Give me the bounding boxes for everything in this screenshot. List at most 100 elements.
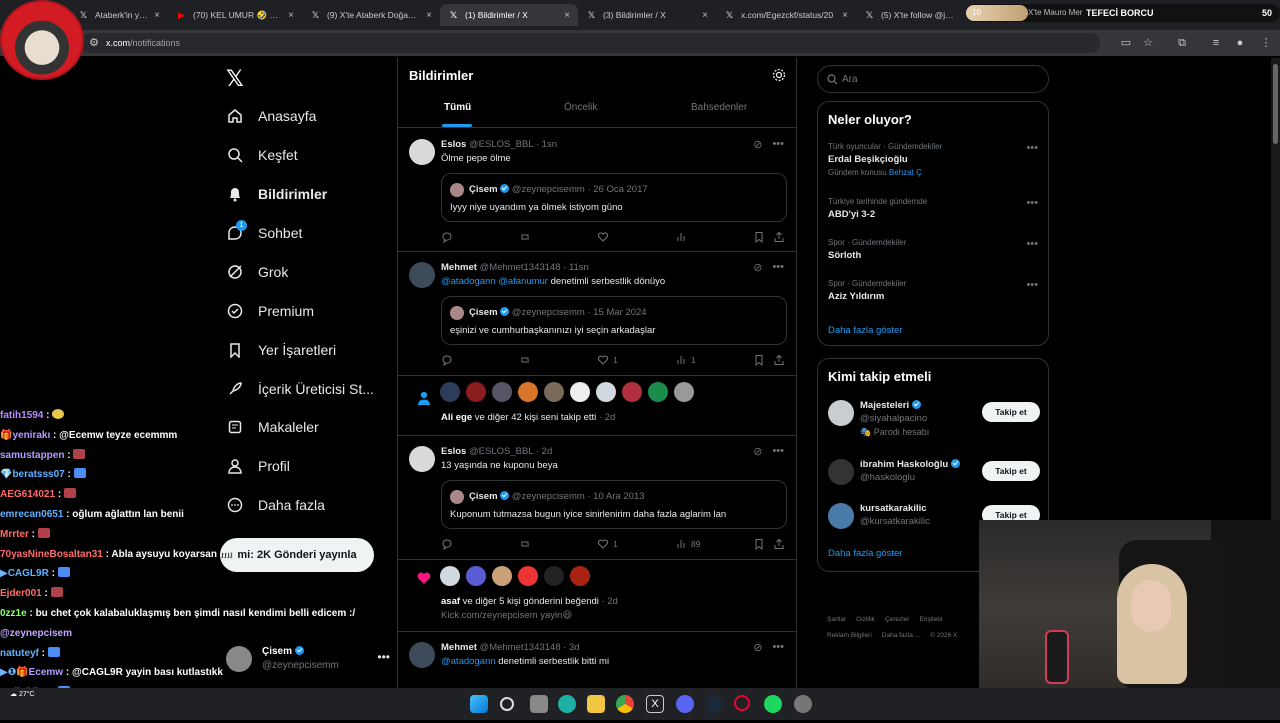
show-more-link[interactable]: Daha fazla göster — [828, 548, 902, 559]
more-horizontal-icon[interactable]: ••• — [772, 641, 784, 654]
url-input[interactable]: x.com/notifications — [80, 33, 1100, 53]
scrollbar-thumb[interactable] — [1273, 64, 1278, 144]
browser-tab[interactable]: 𝕏(5) X'te follow @joshuaxi — [856, 4, 966, 26]
share-icon[interactable] — [773, 538, 785, 550]
discord-icon[interactable] — [676, 695, 694, 713]
follow-button[interactable]: Takip et — [982, 461, 1040, 481]
nav-grok[interactable]: Grok — [226, 257, 288, 287]
chrome-icon[interactable] — [616, 695, 634, 713]
browser-tab[interactable]: 𝕏 (9) X'te Ataberk Doğan: " × — [302, 4, 440, 26]
x-app-icon[interactable]: X — [646, 695, 664, 713]
menu-kebab-icon[interactable]: ⋮ — [1258, 35, 1274, 51]
browser-tab-active[interactable]: 𝕏 (1) Bildirimler / X × — [440, 4, 578, 26]
views-icon[interactable] — [675, 231, 687, 243]
more-horizontal-icon[interactable]: ••• — [1026, 279, 1038, 291]
trend-link[interactable]: Behzat Ç — [889, 168, 922, 177]
more-horizontal-icon[interactable]: ••• — [772, 445, 784, 458]
follow-notification[interactable]: Ali ege ve diğer 42 kişi seni takip etti… — [398, 376, 796, 436]
avatar[interactable] — [409, 139, 435, 165]
site-info-icon[interactable]: ⚙ — [86, 35, 102, 51]
mention-link[interactable]: @atadogann @afanumur — [441, 276, 548, 287]
more-horizontal-icon[interactable]: ••• — [1026, 197, 1038, 209]
tab-mentions[interactable]: Bahsedenler — [691, 102, 747, 113]
steam-icon[interactable] — [705, 695, 723, 713]
cast-icon[interactable]: ▭ — [1118, 35, 1134, 51]
star-icon[interactable]: ☆ — [1140, 35, 1156, 51]
trend-item[interactable]: Türk oyuncular · Gündemdekiler Erdal Beş… — [828, 142, 1038, 177]
reply-icon[interactable] — [441, 231, 453, 243]
grok-icon[interactable]: ⊘ — [753, 445, 762, 458]
quoted-post[interactable]: Çisem @zeynepcisemm · 26 Oca 2017 Iyyy n… — [441, 173, 787, 222]
share-icon[interactable] — [773, 354, 785, 366]
more-horizontal-icon[interactable]: ••• — [772, 261, 784, 274]
close-tab-icon[interactable]: × — [288, 10, 294, 21]
trend-item[interactable]: Türkiye tarihinde gündemde ABD'yi 3-2 ••… — [828, 197, 1038, 220]
nav-premium[interactable]: Premium — [226, 296, 314, 326]
views-button[interactable]: 1 — [675, 354, 696, 366]
footer-link[interactable]: Erişilebi — [920, 616, 943, 623]
quoted-post[interactable]: Çisem @zeynepcisemm · 10 Ara 2013 Kuponu… — [441, 480, 787, 529]
views-button[interactable]: 89 — [675, 538, 700, 550]
spotify-icon[interactable] — [764, 695, 782, 713]
repost-icon[interactable] — [519, 354, 531, 366]
share-icon[interactable] — [773, 231, 785, 243]
like-button[interactable]: 1 — [597, 354, 618, 366]
browser-tab[interactable]: 𝕏 (3) Bildirimler / X × — [578, 4, 716, 26]
browser-tab[interactable]: 𝕏x.com/Egezckf/status/20 × — [716, 4, 856, 26]
reply-icon[interactable] — [441, 354, 453, 366]
post[interactable]: Eslos @ESLOS_BBL · 2d ⊘ ••• 13 yaşında ne… — [398, 436, 796, 560]
opera-icon[interactable] — [734, 695, 750, 711]
more-horizontal-icon[interactable]: ••• — [772, 138, 784, 151]
grok-icon[interactable]: ⊘ — [753, 261, 762, 274]
search-input[interactable]: Ara — [817, 65, 1049, 93]
footer-link[interactable]: Reklam Bilgileri — [827, 632, 872, 639]
browser-tab[interactable]: 𝕏Ataberk'in yorumu so× — [70, 4, 168, 26]
footer-link[interactable]: Çerezler — [885, 616, 910, 623]
repost-icon[interactable] — [519, 231, 531, 243]
avatar[interactable] — [409, 446, 435, 472]
start-icon[interactable] — [470, 695, 488, 713]
like-button[interactable]: 1 — [597, 538, 618, 550]
quoted-post[interactable]: Çisem @zeynepcisemm · 15 Mar 2024 eşiniz… — [441, 296, 787, 345]
close-tab-icon[interactable]: × — [154, 10, 160, 21]
repost-icon[interactable] — [519, 538, 531, 550]
search-icon[interactable] — [500, 697, 514, 711]
nav-chat[interactable]: 1 Sohbet — [226, 218, 302, 248]
bookmark-icon[interactable] — [753, 538, 765, 550]
more-horizontal-icon[interactable]: ••• — [1026, 238, 1038, 250]
settings-gear-icon[interactable] — [772, 68, 786, 82]
bookmark-icon[interactable] — [753, 231, 765, 243]
follow-suggestion[interactable]: Majesteleri @siyahalpacino 🎭 Parodi hesa… — [828, 400, 1040, 440]
bookmark-icon[interactable] — [753, 354, 765, 366]
close-tab-icon[interactable]: × — [564, 10, 570, 21]
post[interactable]: Mehmet @Mehmet1343148 · 3d ⊘ ••• @atadoga… — [398, 632, 796, 688]
mention-link[interactable]: @atadogann — [441, 656, 496, 667]
file-explorer-icon[interactable] — [587, 695, 605, 713]
reply-icon[interactable] — [441, 538, 453, 550]
weather-widget[interactable]: ☁ 27°C — [10, 690, 60, 718]
avatar[interactable] — [409, 262, 435, 288]
nav-explore[interactable]: Keşfet — [226, 140, 298, 170]
app-icon[interactable] — [794, 695, 812, 713]
post[interactable]: Mehmet @Mehmet1343148 · 11sn ⊘ ••• @atado… — [398, 252, 796, 376]
post[interactable]: Eslos @ESLOS_BBL · 1sn ⊘ ••• Ölme pepe öl… — [398, 129, 796, 252]
nav-bookmarks[interactable]: Yer İşaretleri — [226, 335, 336, 365]
task-view-icon[interactable] — [530, 695, 548, 713]
footer-link[interactable]: Şartlar — [827, 616, 846, 623]
tab-all[interactable]: Tümü — [444, 102, 471, 113]
like-icon[interactable] — [597, 231, 609, 243]
edge-icon[interactable] — [558, 695, 576, 713]
follow-suggestion[interactable]: ibrahim Haskoloğlu @haskologlu Takip et — [828, 459, 1040, 499]
footer-link[interactable]: Daha fazla ... — [882, 632, 920, 639]
tab-priority[interactable]: Öncelik — [564, 102, 597, 113]
trend-item[interactable]: Spor · Gündemdekiler Sörloth ••• — [828, 238, 1038, 261]
like-notification[interactable]: asaf ve diğer 5 kişi gönderini beğendi ·… — [398, 560, 796, 632]
avatar[interactable] — [409, 642, 435, 668]
media-icon[interactable]: ≡ — [1208, 35, 1224, 51]
grok-icon[interactable]: ⊘ — [753, 138, 762, 151]
x-logo-icon[interactable]: 𝕏 — [226, 66, 244, 92]
close-tab-icon[interactable]: × — [842, 10, 848, 21]
profile-avatar-icon[interactable]: ● — [1232, 35, 1248, 51]
browser-tab[interactable]: ▶ (70) KEL UMUR 🤣 #atab × — [168, 4, 302, 26]
footer-link[interactable]: Gizlilik — [856, 616, 875, 623]
